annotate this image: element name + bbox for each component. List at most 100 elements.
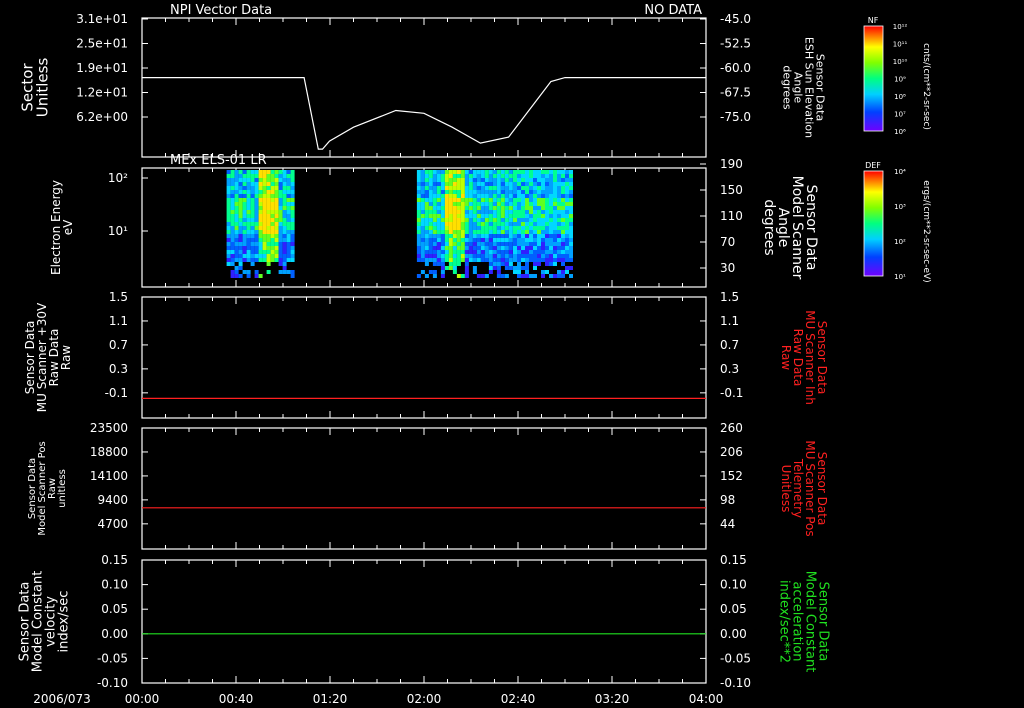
heatmap-cell: [545, 174, 549, 178]
heatmap-cell: [460, 170, 465, 174]
heatmap-cell: [553, 258, 557, 262]
heatmap-cell: [254, 178, 259, 182]
heatmap-cell: [569, 210, 573, 214]
heatmap-cell: [533, 202, 537, 206]
heatmap-cell: [569, 274, 573, 278]
heatmap-cell: [549, 258, 553, 262]
heatmap-cell: [448, 262, 453, 266]
heatmap-cell: [432, 206, 437, 210]
heatmap-cell: [262, 190, 267, 194]
heatmap-cell: [452, 190, 457, 194]
heatmap-cell: [545, 214, 549, 218]
heatmap-cell: [432, 198, 437, 202]
heatmap-cell: [553, 222, 557, 226]
heatmap-cell: [561, 206, 565, 210]
heatmap-cell: [452, 202, 457, 206]
heatmap-cell: [569, 238, 573, 242]
heatmap-cell: [278, 210, 283, 214]
heatmap-cell: [496, 218, 501, 222]
heatmap-cell: [254, 254, 259, 258]
heatmap-cell: [472, 234, 477, 238]
heatmap-cell: [488, 254, 493, 258]
heatmap-cell: [456, 230, 461, 234]
heatmap-cell: [290, 254, 295, 258]
heatmap-cell: [452, 210, 457, 214]
heatmap-cell: [456, 214, 461, 218]
heatmap-cell: [246, 190, 251, 194]
heatmap-cell: [529, 198, 533, 202]
heatmap-cell: [226, 170, 231, 174]
heatmap-cell: [537, 242, 541, 246]
heatmap-cell: [464, 254, 469, 258]
heatmap-cell: [517, 214, 521, 218]
heatmap-cell: [290, 206, 295, 210]
y-tick-label-left: 0.00: [101, 627, 128, 641]
heatmap-cell: [476, 206, 481, 210]
heatmap-cell: [472, 218, 477, 222]
heatmap-cell: [250, 206, 255, 210]
heatmap-cell: [553, 182, 557, 186]
heatmap-cell: [282, 258, 287, 262]
heatmap-cell: [274, 198, 279, 202]
heatmap-cell: [557, 174, 561, 178]
heatmap-cell: [549, 250, 553, 254]
heatmap-cell: [452, 250, 457, 254]
heatmap-cell: [230, 182, 235, 186]
heatmap-cell: [278, 214, 283, 218]
heatmap-cell: [464, 178, 469, 182]
heatmap-cell: [508, 206, 513, 210]
heatmap-cell: [246, 202, 251, 206]
heatmap-cell: [428, 222, 433, 226]
heatmap-cell: [440, 238, 445, 242]
heatmap-cell: [468, 230, 473, 234]
heatmap-cell: [226, 222, 231, 226]
y-axis-label-line: unitless: [57, 469, 68, 508]
heatmap-cell: [533, 190, 537, 194]
heatmap-cell: [436, 250, 441, 254]
heatmap-cell: [517, 238, 521, 242]
y-tick-label-right: 0.15: [720, 553, 747, 567]
heatmap-cell: [238, 210, 243, 214]
heatmap-cell: [416, 186, 421, 190]
heatmap-cell: [456, 174, 461, 178]
heatmap-cell: [480, 202, 485, 206]
heatmap-cell: [254, 242, 259, 246]
colorbar-tick: 10⁹: [894, 76, 906, 84]
heatmap-cell: [428, 206, 433, 210]
heatmap-cell: [517, 218, 521, 222]
heatmap-cell: [234, 230, 239, 234]
heatmap-cell: [246, 274, 251, 278]
y-tick-label-right: 0.7: [720, 338, 739, 352]
heatmap-cell: [561, 270, 565, 274]
heatmap-cell: [565, 210, 569, 214]
panel-4: 235001880014100940047002602061529844Sens…: [27, 421, 829, 550]
heatmap-cell: [561, 174, 565, 178]
heatmap-cell: [432, 234, 437, 238]
y-axis-label-line: Raw: [59, 345, 73, 370]
heatmap-cell: [464, 186, 469, 190]
heatmap-cell: [444, 258, 449, 262]
heatmap-cell: [230, 198, 235, 202]
heatmap-cell: [472, 202, 477, 206]
heatmap-cell: [250, 182, 255, 186]
heatmap-cell: [266, 170, 271, 174]
heatmap-cell: [513, 234, 517, 238]
heatmap-cell: [464, 182, 469, 186]
heatmap-cell: [561, 198, 565, 202]
heatmap-cell: [282, 206, 287, 210]
heatmap-cell: [234, 214, 239, 218]
heatmap-cell: [488, 262, 493, 266]
heatmap-cell: [254, 186, 259, 190]
heatmap-cell: [476, 250, 481, 254]
panel-frame: [141, 559, 707, 684]
heatmap-cell: [282, 210, 287, 214]
heatmap-cell: [496, 194, 501, 198]
heatmap-cell: [416, 194, 421, 198]
heatmap-cell: [569, 206, 573, 210]
heatmap-cell: [492, 222, 497, 226]
heatmap-cell: [444, 170, 449, 174]
heatmap-cell: [549, 214, 553, 218]
heatmap-cell: [258, 214, 263, 218]
heatmap-cell: [452, 230, 457, 234]
heatmap-cell: [456, 242, 461, 246]
